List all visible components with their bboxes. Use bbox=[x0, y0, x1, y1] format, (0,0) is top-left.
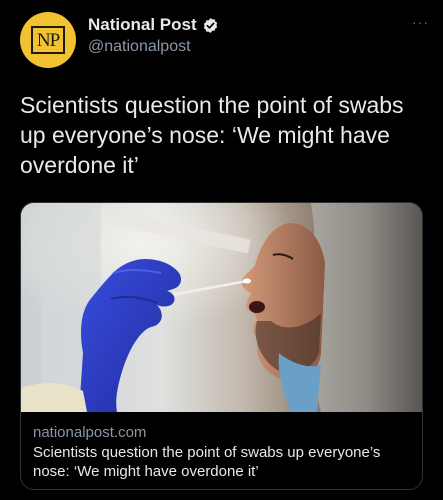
display-name[interactable]: National Post bbox=[88, 15, 197, 35]
card-meta[interactable]: nationalpost.com Scientists question the… bbox=[21, 412, 422, 481]
card-title: Scientists question the point of swabs u… bbox=[33, 444, 381, 480]
handle[interactable]: @nationalpost bbox=[88, 38, 191, 56]
tweet-text: Scientists question the point of swabs u… bbox=[20, 92, 404, 178]
verified-badge-icon bbox=[203, 17, 217, 33]
author-name-row[interactable]: National Post bbox=[88, 15, 219, 35]
link-card[interactable]: nationalpost.com Scientists question the… bbox=[20, 202, 423, 490]
avatar[interactable]: NP bbox=[20, 12, 76, 68]
card-domain: nationalpost.com bbox=[33, 424, 147, 441]
card-image[interactable] bbox=[21, 203, 422, 412]
tweet[interactable]: NP National Post @nationalpost ··· Scien… bbox=[0, 0, 443, 500]
avatar-logo: NP bbox=[31, 26, 65, 54]
swab-test-photo bbox=[21, 203, 422, 412]
more-options-icon[interactable]: ··· bbox=[412, 14, 429, 30]
